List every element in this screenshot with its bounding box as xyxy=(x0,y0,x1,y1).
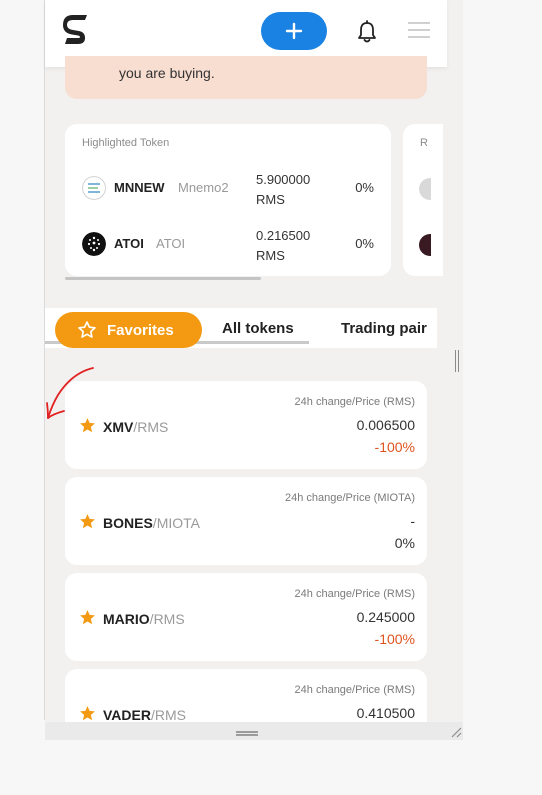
favorite-star-icon[interactable] xyxy=(79,417,96,434)
token-price: 5.900000 RMS xyxy=(256,172,311,207)
favorite-star-icon[interactable] xyxy=(79,513,96,530)
pair-name: BONES/MIOTA xyxy=(103,515,200,531)
tab-all-tokens[interactable]: All tokens xyxy=(222,320,294,337)
pair-price: 0.410500 xyxy=(356,705,415,721)
token-icon xyxy=(419,234,431,256)
notice-banner: you are buying. xyxy=(65,56,427,99)
next-card-title: R xyxy=(420,137,428,149)
pair-name: VADER/RMS xyxy=(103,707,186,723)
token-symbol: ATOI xyxy=(114,236,144,251)
highlighted-token-row[interactable]: ATOI ATOI 0.216500 RMS 0% xyxy=(82,224,382,264)
highlighted-token-title: Highlighted Token xyxy=(82,137,170,149)
carousel-scrollbar[interactable] xyxy=(65,277,261,280)
banner-text: you are buying. xyxy=(119,65,215,81)
hamburger-menu-icon[interactable] xyxy=(408,22,430,38)
favorite-pair-card[interactable]: BONES/MIOTA 24h change/Price (MIOTA) - 0… xyxy=(65,477,427,565)
pair-price-label: 24h change/Price (RMS) xyxy=(294,684,415,696)
favorite-star-icon[interactable] xyxy=(79,609,96,626)
resize-grip-icon[interactable] xyxy=(450,726,462,738)
tab-trading-pairs[interactable]: Trading pair xyxy=(341,320,427,337)
favorite-star-icon[interactable] xyxy=(79,705,96,722)
star-outline-icon xyxy=(78,321,96,338)
pair-name: XMV/RMS xyxy=(103,419,169,435)
pair-change: -100% xyxy=(374,439,415,455)
scroll-handle[interactable] xyxy=(455,350,459,372)
pair-change: 0% xyxy=(394,535,415,551)
next-token-card[interactable]: R xyxy=(403,124,443,276)
plus-icon xyxy=(285,22,303,40)
pair-name: MARIO/RMS xyxy=(103,611,185,627)
mnnew-token-icon xyxy=(82,176,106,200)
favorite-pair-card[interactable]: MARIO/RMS 24h change/Price (RMS) 0.24500… xyxy=(65,573,427,661)
token-price: 0.216500 RMS xyxy=(256,228,311,263)
highlighted-token-card: Highlighted Token MNNEW Mnemo2 5.900000 … xyxy=(65,124,391,276)
tab-favorites-label: Favorites xyxy=(107,321,174,339)
pair-price: 0.006500 xyxy=(356,417,415,433)
pair-price: - xyxy=(410,513,415,529)
token-change: 0% xyxy=(355,180,374,195)
logo-icon[interactable] xyxy=(63,14,89,48)
token-symbol: MNNEW xyxy=(114,180,165,195)
token-tabs: Favorites All tokens Trading pair xyxy=(45,308,437,348)
token-name: ATOI xyxy=(156,236,186,251)
pair-change: -100% xyxy=(374,631,415,647)
drag-handle-icon[interactable] xyxy=(236,731,258,736)
highlighted-token-row[interactable]: MNNEW Mnemo2 5.900000 RMS 0% xyxy=(82,168,382,208)
token-icon xyxy=(419,178,431,200)
favorite-pair-card[interactable]: XMV/RMS 24h change/Price (RMS) 0.006500 … xyxy=(65,381,427,469)
token-name: Mnemo2 xyxy=(178,180,229,195)
pair-price-label: 24h change/Price (MIOTA) xyxy=(284,492,415,504)
pair-price-label: 24h change/Price (RMS) xyxy=(294,396,415,408)
token-change: 0% xyxy=(355,236,374,251)
tab-favorites[interactable]: Favorites xyxy=(55,312,202,348)
favorite-pair-card[interactable]: VADER/RMS 24h change/Price (RMS) 0.41050… xyxy=(65,669,427,723)
pair-price: 0.245000 xyxy=(356,609,415,625)
notification-bell-icon[interactable] xyxy=(353,18,381,46)
add-button[interactable] xyxy=(261,12,327,50)
atoi-token-icon xyxy=(82,232,106,256)
pair-price-label: 24h change/Price (RMS) xyxy=(294,588,415,600)
